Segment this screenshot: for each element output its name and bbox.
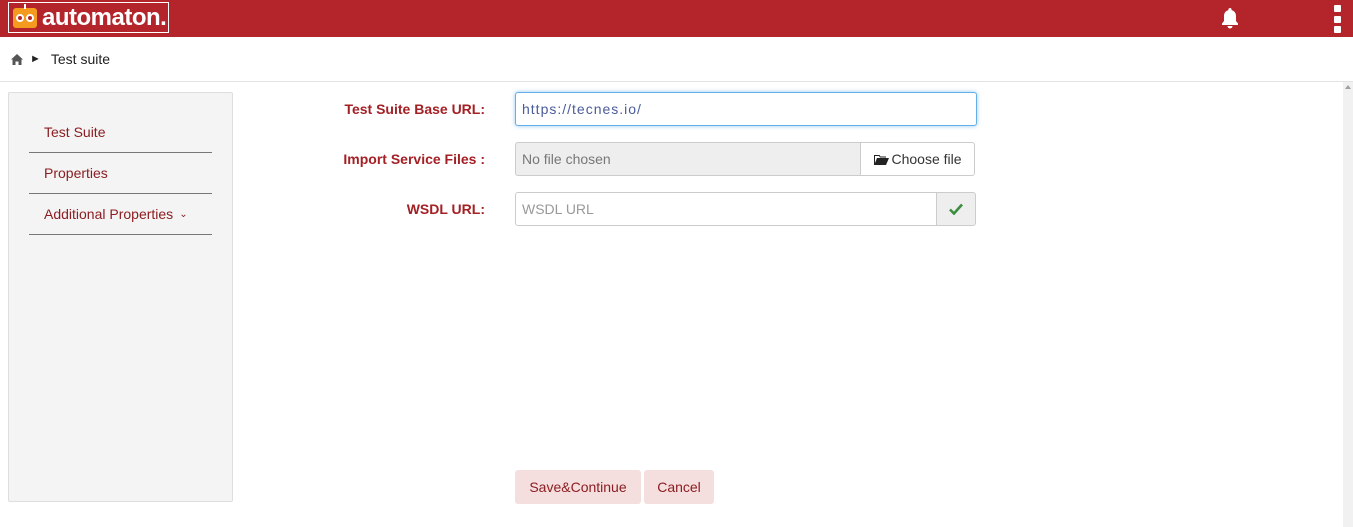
check-icon xyxy=(949,203,963,215)
save-continue-button[interactable]: Save&Continue xyxy=(515,470,641,504)
wsdl-url-input[interactable]: WSDL URL xyxy=(515,192,937,226)
choose-file-button[interactable]: Choose file xyxy=(860,142,975,176)
kebab-menu-icon[interactable] xyxy=(1333,5,1341,33)
folder-open-icon xyxy=(874,154,890,165)
sidebar-item-test-suite[interactable]: Test Suite xyxy=(29,112,212,153)
app-logo[interactable]: automaton. xyxy=(8,2,169,33)
cancel-button[interactable]: Cancel xyxy=(644,470,714,504)
import-service-files-label: Import Service Files : xyxy=(343,151,485,167)
sidebar-item-additional-properties[interactable]: Additional Properties ⌄ xyxy=(29,194,212,235)
breadcrumb-separator: ► xyxy=(30,53,41,65)
vertical-scrollbar[interactable] xyxy=(1343,82,1353,527)
bell-icon[interactable] xyxy=(1218,6,1242,30)
file-status-field[interactable]: No file chosen xyxy=(515,142,861,176)
home-icon[interactable] xyxy=(10,53,24,66)
sidebar-item-properties[interactable]: Properties xyxy=(29,153,212,194)
breadcrumb-current: Test suite xyxy=(50,51,111,67)
chevron-down-icon: ⌄ xyxy=(179,208,188,220)
sidebar-item-label: Properties xyxy=(44,165,108,181)
choose-file-label: Choose file xyxy=(891,151,962,167)
scroll-up-icon[interactable] xyxy=(1345,85,1351,89)
logo-text: automaton. xyxy=(42,3,167,31)
sidebar-item-label: Test Suite xyxy=(44,124,106,140)
base-url-label: Test Suite Base URL: xyxy=(344,101,485,117)
wsdl-url-label: WSDL URL: xyxy=(406,201,485,217)
wsdl-confirm-button[interactable] xyxy=(936,192,976,226)
sidebar-item-label: Additional Properties xyxy=(44,206,174,222)
top-bar: automaton. xyxy=(0,0,1353,37)
base-url-input[interactable]: https://tecnes.io/ xyxy=(515,92,977,126)
sidebar: Test Suite Properties Additional Propert… xyxy=(8,92,233,502)
breadcrumb: ► Test suite xyxy=(0,37,1353,82)
automaton-logo-icon xyxy=(13,3,37,28)
